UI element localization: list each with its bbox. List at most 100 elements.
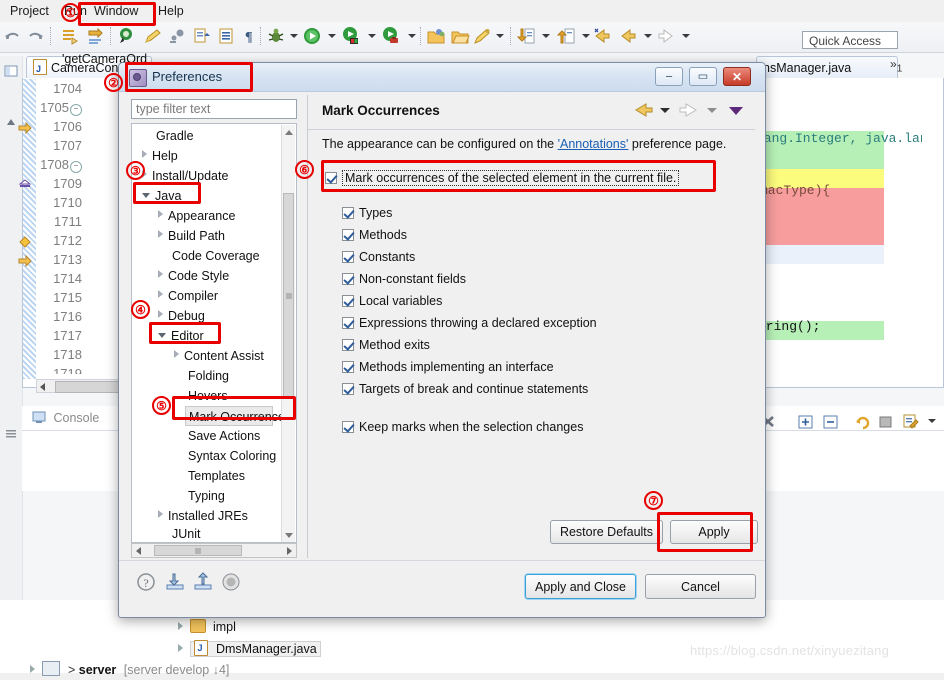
scrollbar-thumb[interactable] bbox=[154, 545, 242, 556]
debug-dropdown-arrow[interactable] bbox=[290, 34, 298, 38]
annotations-link[interactable]: 'Annotations' bbox=[558, 137, 629, 151]
chevron-right-icon[interactable] bbox=[174, 350, 179, 358]
restore-defaults-button[interactable]: Restore Defaults bbox=[550, 520, 663, 544]
checkbox-non-constant-fields[interactable] bbox=[342, 273, 354, 285]
option-row-expressions-throwing[interactable]: Expressions throwing a declared exceptio… bbox=[342, 314, 597, 332]
tab-console[interactable]: Console bbox=[26, 407, 105, 429]
debug-server-icon[interactable] bbox=[381, 26, 401, 46]
menu-item-project[interactable]: Project bbox=[4, 3, 55, 20]
tree-item-folding[interactable]: Folding bbox=[188, 366, 229, 386]
open-type-icon[interactable] bbox=[216, 26, 236, 46]
import-preferences-icon[interactable] bbox=[165, 572, 185, 592]
open-folder-icon[interactable] bbox=[450, 26, 470, 46]
checkbox-methods[interactable] bbox=[342, 229, 354, 241]
tree-item-help[interactable]: Help bbox=[142, 146, 178, 166]
export-icon[interactable] bbox=[556, 26, 576, 46]
debug-icon[interactable] bbox=[266, 26, 286, 46]
tree-item-install-update[interactable]: Install/Update bbox=[142, 166, 228, 186]
close-button[interactable]: ✕ bbox=[723, 67, 751, 86]
debug-server-dropdown-arrow[interactable] bbox=[408, 34, 416, 38]
pencil-icon[interactable] bbox=[142, 26, 162, 46]
option-row-keep-marks[interactable]: Keep marks when the selection changes bbox=[342, 418, 583, 436]
quick-access-input[interactable]: Quick Access bbox=[802, 31, 898, 49]
preferences-tree[interactable]: Gradle Help Install/Update Java Appearan… bbox=[131, 123, 297, 543]
tree-item-mark-occurrences[interactable]: Mark Occurrence bbox=[185, 406, 285, 426]
tree-item-templates[interactable]: Templates bbox=[188, 466, 245, 486]
option-row-break-continue-targets[interactable]: Targets of break and continue statements bbox=[342, 380, 588, 398]
tree-item-compiler[interactable]: Compiler bbox=[158, 286, 218, 306]
prev-annotation-dropdown-arrow[interactable] bbox=[644, 34, 652, 38]
pkg-row-impl[interactable]: impl bbox=[178, 618, 236, 637]
nav-forward-icon[interactable] bbox=[679, 102, 699, 121]
nav-forward-dropdown-arrow[interactable] bbox=[707, 108, 717, 113]
chevron-right-icon[interactable] bbox=[158, 270, 163, 278]
checkbox-keep-marks[interactable] bbox=[342, 421, 354, 433]
scrollbar-thumb[interactable] bbox=[283, 193, 294, 398]
minimize-button[interactable]: – bbox=[655, 67, 683, 86]
chevron-right-icon[interactable] bbox=[158, 210, 163, 218]
next-annotation-dropdown-arrow[interactable] bbox=[682, 34, 690, 38]
checkbox-expressions-throwing[interactable] bbox=[342, 317, 354, 329]
chevron-right-icon[interactable] bbox=[158, 290, 163, 298]
scroll-down-arrow[interactable] bbox=[285, 533, 293, 538]
chevron-right-icon[interactable] bbox=[158, 510, 163, 518]
debug-last-icon[interactable] bbox=[116, 26, 136, 46]
open-console-icon[interactable] bbox=[902, 414, 920, 430]
option-row-non-constant-fields[interactable]: Non-constant fields bbox=[342, 270, 466, 288]
publish-icon[interactable] bbox=[86, 26, 106, 46]
stop-icon[interactable] bbox=[877, 414, 895, 430]
info-icon[interactable] bbox=[221, 572, 241, 592]
nav-back-dropdown-arrow[interactable] bbox=[660, 108, 670, 113]
scroll-right-arrow[interactable] bbox=[287, 547, 292, 555]
tree-item-debug[interactable]: Debug bbox=[158, 306, 205, 326]
tree-vertical-scrollbar[interactable] bbox=[281, 125, 295, 542]
collapse-icon[interactable] bbox=[822, 414, 840, 430]
page-menu-arrow[interactable] bbox=[729, 107, 743, 115]
checkbox-method-exits[interactable] bbox=[342, 339, 354, 351]
undo-icon[interactable] bbox=[2, 26, 22, 46]
option-row-types[interactable]: Types bbox=[342, 204, 392, 222]
editor-tab-dmsmanager[interactable]: nsManager.java bbox=[756, 56, 898, 79]
chevron-right-icon[interactable] bbox=[158, 230, 163, 238]
edit-icon[interactable] bbox=[472, 26, 492, 46]
tree-horizontal-scrollbar[interactable] bbox=[131, 543, 297, 558]
expand-triangle-icon[interactable] bbox=[178, 644, 183, 652]
rail-handle-icon[interactable] bbox=[4, 426, 18, 440]
option-row-methods-implementing[interactable]: Methods implementing an interface bbox=[342, 358, 554, 376]
import-dropdown-arrow[interactable] bbox=[542, 34, 550, 38]
pkg-row-dmsmanager[interactable]: DmsManager.java bbox=[178, 639, 321, 659]
tree-item-hovers[interactable]: Hovers bbox=[188, 386, 228, 406]
chevron-right-icon[interactable] bbox=[158, 310, 163, 318]
package-explorer-icon[interactable] bbox=[4, 64, 18, 78]
checkbox-types[interactable] bbox=[342, 207, 354, 219]
run-dropdown-arrow[interactable] bbox=[328, 34, 336, 38]
save-all-icon[interactable] bbox=[60, 26, 80, 46]
chevron-right-icon[interactable] bbox=[142, 150, 147, 158]
checkbox-local-variables[interactable] bbox=[342, 295, 354, 307]
tree-item-appearance[interactable]: Appearance bbox=[158, 206, 235, 226]
cancel-button[interactable]: Cancel bbox=[645, 574, 756, 599]
tree-item-save-actions[interactable]: Save Actions bbox=[188, 426, 260, 446]
next-annotation-icon[interactable] bbox=[656, 26, 676, 46]
apply-button[interactable]: Apply bbox=[670, 520, 758, 544]
checkbox-break-continue-targets[interactable] bbox=[342, 383, 354, 395]
filter-input[interactable]: type filter text bbox=[131, 99, 297, 119]
import-icon[interactable] bbox=[516, 26, 536, 46]
checkbox-methods-implementing[interactable] bbox=[342, 361, 354, 373]
back-icon[interactable] bbox=[592, 26, 612, 46]
master-checkbox[interactable] bbox=[325, 172, 337, 184]
menu-item-window[interactable]: Window bbox=[88, 3, 144, 20]
chevron-down-icon[interactable] bbox=[928, 419, 936, 423]
tree-item-editor[interactable]: Editor bbox=[158, 326, 204, 346]
maximize-button[interactable]: ▭ bbox=[689, 67, 717, 86]
run-icon[interactable] bbox=[302, 26, 322, 46]
new-java-project-icon[interactable] bbox=[426, 26, 446, 46]
tree-item-java[interactable]: Java bbox=[142, 186, 181, 206]
run-server-dropdown-arrow[interactable] bbox=[368, 34, 376, 38]
pkg-row-server[interactable]: > server [server develop ↓4] bbox=[30, 661, 229, 680]
preferences-titlebar[interactable]: Preferences – ▭ ✕ bbox=[119, 63, 765, 92]
tree-item-typing[interactable]: Typing bbox=[188, 486, 225, 506]
export-dropdown-arrow[interactable] bbox=[582, 34, 590, 38]
run-server-icon[interactable] bbox=[341, 26, 361, 46]
edit-dropdown-arrow[interactable] bbox=[496, 34, 504, 38]
